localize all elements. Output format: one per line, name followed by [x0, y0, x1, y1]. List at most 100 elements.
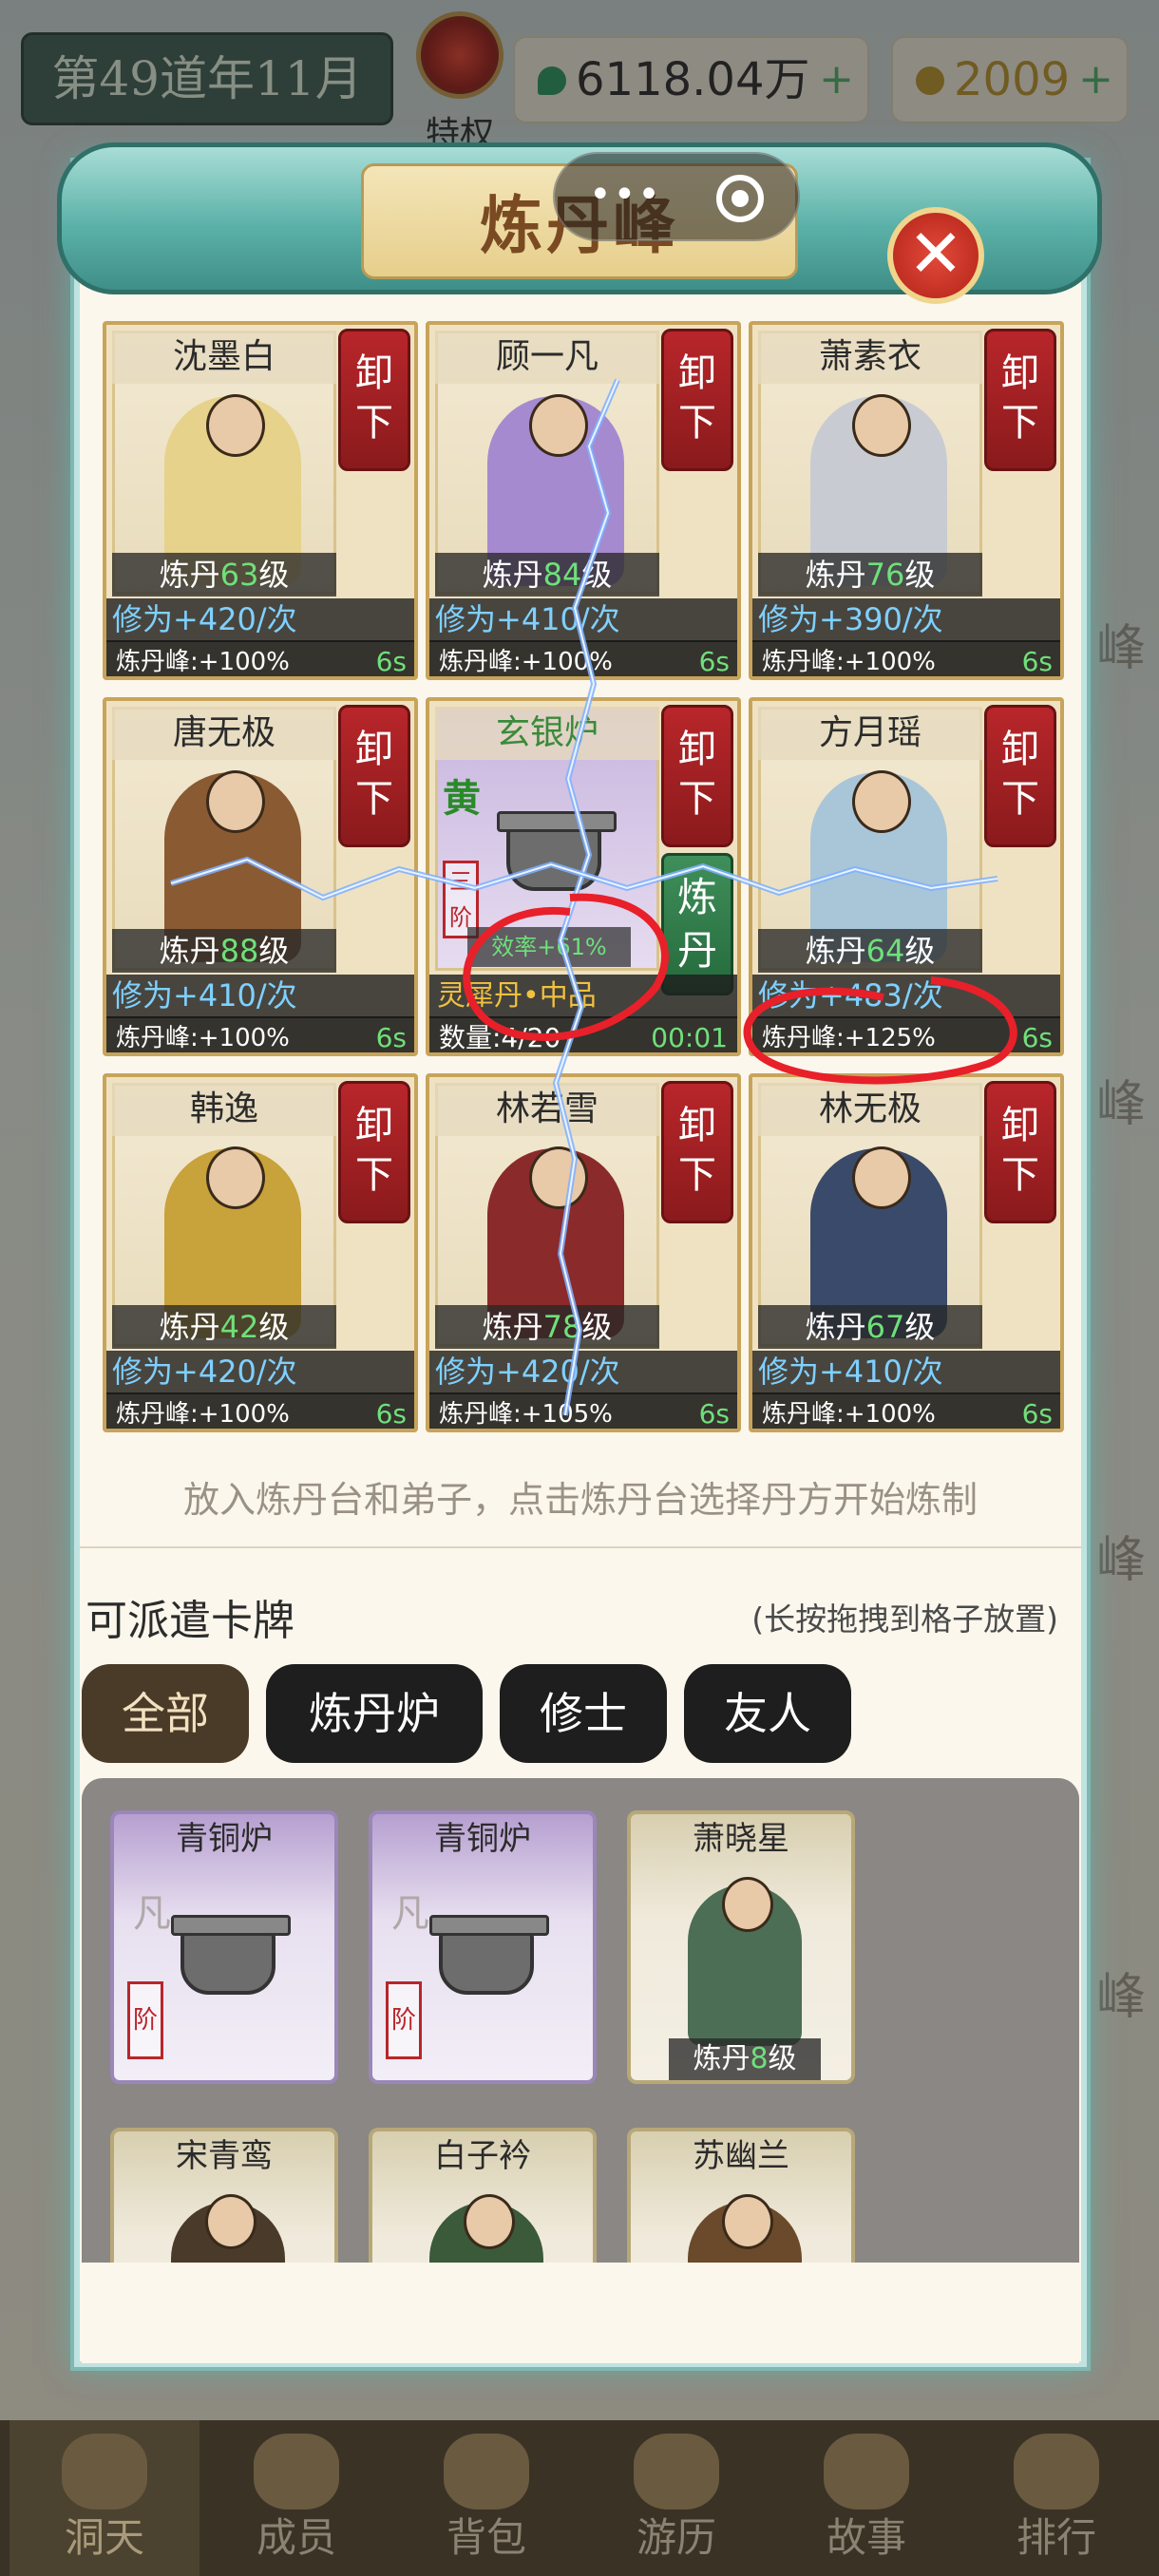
filter-tab-all[interactable]: 全部: [82, 1664, 249, 1763]
disciple-name: 林若雪: [435, 1083, 659, 1136]
furnace-slot[interactable]: 玄银炉 黄 三阶 效率+61% 卸下 炼丹 灵犀丹•中品 数量:4/20 00:…: [426, 697, 741, 1056]
alchemy-level: 炼丹88级: [112, 929, 336, 973]
disciple-slot[interactable]: 沈墨白 卸下 修为+420/次 炼丹63级 炼丹峰:+100% 6s: [103, 321, 418, 680]
cave-icon: [62, 2434, 147, 2510]
alchemy-level: 炼丹42级: [112, 1305, 336, 1349]
alchemy-level: 炼丹64级: [758, 929, 982, 973]
cycle-timer: 6s: [375, 1398, 407, 1430]
card-tier: 阶: [386, 1981, 422, 2059]
peak-bonus: 炼丹峰:+100%: [752, 1392, 1060, 1429]
bottom-nav: 洞天 成员 背包 游历 故事 排行: [0, 2420, 1159, 2576]
nav-tab-bag[interactable]: 背包: [391, 2420, 581, 2576]
card-name: 白子衿: [434, 2137, 531, 2175]
disciple-slot[interactable]: 林若雪 卸下 修为+420/次 炼丹78级 炼丹峰:+105% 6s: [426, 1073, 741, 1432]
peak-bonus: 炼丹峰:+100%: [752, 640, 1060, 676]
disciple-slot[interactable]: 韩逸 卸下 修为+420/次 炼丹42级 炼丹峰:+100% 6s: [103, 1073, 418, 1432]
alchemy-level: 炼丹76级: [758, 553, 982, 597]
disciple-figure: [171, 2194, 285, 2263]
cauldron-icon: [171, 1915, 291, 1995]
disciple-slot[interactable]: 唐无极 卸下 修为+410/次 炼丹88级 炼丹峰:+100% 6s: [103, 697, 418, 1056]
unload-button[interactable]: 卸下: [338, 705, 410, 847]
nav-label: 游历: [636, 2514, 716, 2561]
deploy-card[interactable]: 苏幽兰: [627, 2128, 855, 2263]
nav-label: 洞天: [64, 2514, 144, 2561]
unload-button[interactable]: 卸下: [984, 1081, 1056, 1223]
nav-label: 故事: [826, 2514, 906, 2561]
disciple-slot[interactable]: 方月瑶 卸下 修为+483/次 炼丹64级 炼丹峰:+125% 6s: [749, 697, 1064, 1056]
unload-button[interactable]: 卸下: [984, 705, 1056, 847]
disciple-figure: [429, 2194, 543, 2263]
cycle-timer: 6s: [698, 646, 730, 677]
deploy-card[interactable]: 青铜炉 凡 阶: [110, 1810, 338, 2084]
deploy-card[interactable]: 白子衿: [369, 2128, 597, 2263]
nav-tab-travel[interactable]: 游历: [581, 2420, 771, 2576]
cultivation-gain: 修为+390/次: [752, 598, 1060, 642]
cultivation-gain: 修为+420/次: [106, 598, 414, 642]
peak-bonus: 炼丹峰:+100%: [429, 640, 737, 676]
card-grade: 凡: [133, 1892, 171, 1936]
disciple-slot[interactable]: 顾一凡 卸下 修为+410/次 炼丹84级 炼丹峰:+100% 6s: [426, 321, 741, 680]
deploy-card[interactable]: 萧晓星 炼丹8级: [627, 1810, 855, 2084]
cultivation-gain: 修为+420/次: [106, 1351, 414, 1394]
unload-button[interactable]: 卸下: [661, 705, 733, 847]
refine-timer: 00:01: [651, 1022, 728, 1053]
unload-button[interactable]: 卸下: [984, 329, 1056, 471]
deploy-card[interactable]: 宋青鸾: [110, 2128, 338, 2263]
deployable-card-tray[interactable]: 青铜炉 凡 阶 青铜炉 凡 阶 萧晓星 炼丹8级 宋青鸾 白子衿 苏幽兰: [82, 1778, 1079, 2263]
card-name: 萧晓星: [693, 1820, 789, 1858]
unload-button[interactable]: 卸下: [338, 329, 410, 471]
cultivation-gain: 修为+483/次: [752, 975, 1060, 1018]
card-name: 青铜炉: [176, 1820, 273, 1858]
exit-mini-program-icon[interactable]: [716, 175, 764, 222]
peak-bonus: 炼丹峰:+105%: [429, 1392, 737, 1429]
disciple-name: 顾一凡: [435, 331, 659, 384]
card-grade: 凡: [391, 1892, 429, 1936]
deploy-section-hint: (长按拖拽到格子放置): [751, 1601, 1058, 1638]
alchemy-level: 炼丹63级: [112, 553, 336, 597]
card-name: 宋青鸾: [176, 2137, 273, 2175]
disciple-name: 萧素衣: [758, 331, 982, 384]
unload-button[interactable]: 卸下: [338, 1081, 410, 1223]
alchemy-level: 炼丹78级: [435, 1305, 659, 1349]
placement-hint: 放入炼丹台和弟子，点击炼丹台选择丹方开始炼制: [182, 1479, 978, 1521]
peak-bonus: 炼丹峰:+125%: [752, 1016, 1060, 1052]
filter-tab-furnace[interactable]: 炼丹炉: [266, 1664, 483, 1763]
map-icon: [634, 2434, 719, 2510]
deploy-card[interactable]: 青铜炉 凡 阶: [369, 1810, 597, 2084]
furnace-grade: 黄: [443, 776, 481, 821]
nav-tab-ranking[interactable]: 排行: [961, 2420, 1151, 2576]
disciple-slot[interactable]: 萧素衣 卸下 修为+390/次 炼丹76级 炼丹峰:+100% 6s: [749, 321, 1064, 680]
disciple-slot[interactable]: 林无极 卸下 修为+410/次 炼丹67级 炼丹峰:+100% 6s: [749, 1073, 1064, 1432]
cauldron-icon: [483, 796, 625, 900]
deploy-section-title: 可派遣卡牌: [86, 1597, 294, 1645]
mini-program-capsule[interactable]: •••: [553, 152, 800, 241]
filter-tab-cultivator[interactable]: 修士: [500, 1664, 667, 1763]
bag-icon: [444, 2434, 529, 2510]
peak-bonus: 炼丹峰:+100%: [106, 1016, 414, 1052]
disciple-figure: [688, 1877, 802, 2046]
card-name: 青铜炉: [434, 1820, 531, 1858]
more-icon[interactable]: •••: [589, 173, 662, 217]
nav-label: 成员: [256, 2514, 336, 2561]
disciple-name: 唐无极: [112, 707, 336, 760]
members-icon: [254, 2434, 339, 2510]
filter-tab-friend[interactable]: 友人: [684, 1664, 851, 1763]
panel-footer: [82, 2263, 1079, 2363]
peak-bonus: 炼丹峰:+100%: [106, 640, 414, 676]
ranking-icon: [1014, 2434, 1099, 2510]
disciple-figure: [688, 2194, 802, 2263]
unload-button[interactable]: 卸下: [661, 329, 733, 471]
close-icon[interactable]: ✕: [887, 207, 984, 304]
cycle-timer: 6s: [698, 1398, 730, 1430]
disciple-name: 方月瑶: [758, 707, 982, 760]
cultivation-gain: 修为+420/次: [429, 1351, 737, 1394]
unload-button[interactable]: 卸下: [661, 1081, 733, 1223]
nav-label: 排行: [1016, 2514, 1096, 2561]
disciple-name: 林无极: [758, 1083, 982, 1136]
book-icon: [824, 2434, 909, 2510]
section-divider: [80, 1546, 1081, 1548]
nav-tab-members[interactable]: 成员: [201, 2420, 391, 2576]
nav-tab-cave[interactable]: 洞天: [10, 2420, 200, 2576]
nav-tab-story[interactable]: 故事: [771, 2420, 961, 2576]
card-tier: 阶: [127, 1981, 163, 2059]
